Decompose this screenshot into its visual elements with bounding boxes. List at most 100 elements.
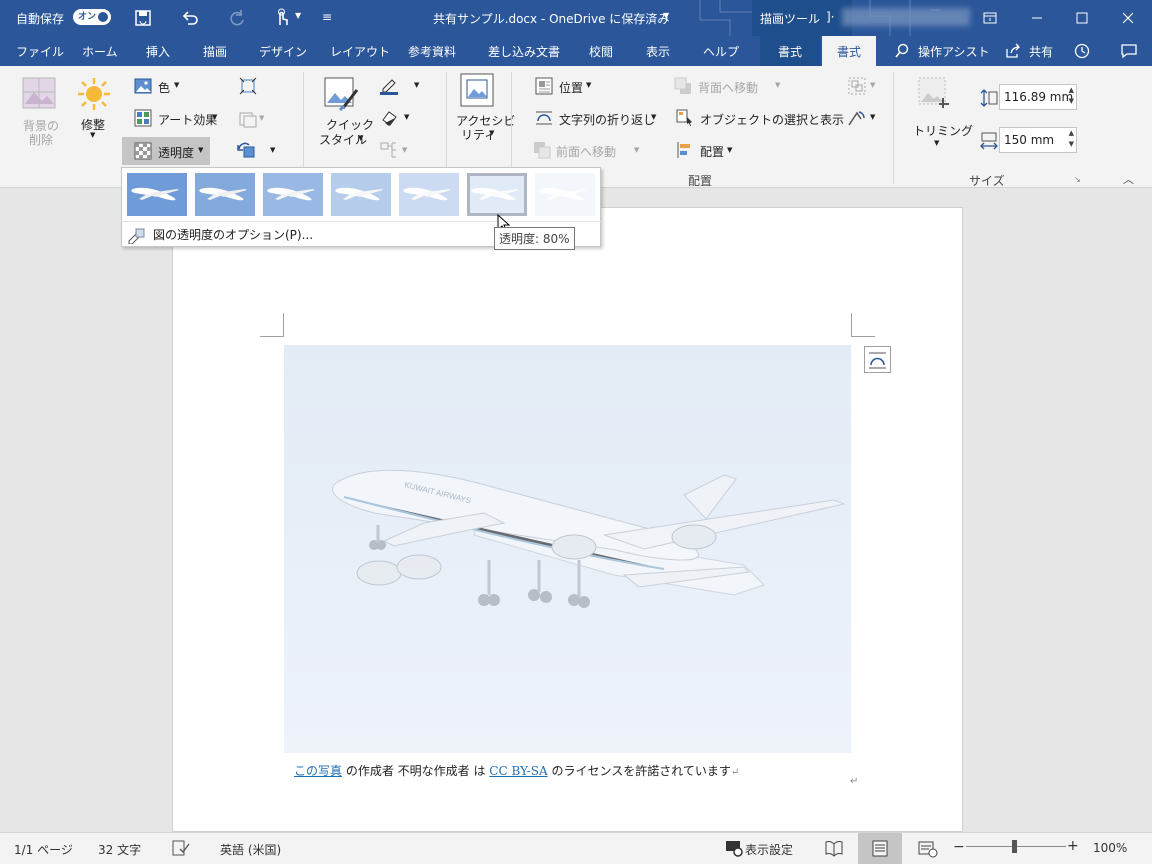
color-button[interactable]: 色 xyxy=(158,79,170,96)
transparency-options-item[interactable]: 図の透明度のオプション(P)... xyxy=(127,226,313,244)
transparency-option-5[interactable] xyxy=(467,173,527,216)
group-dropdown-icon[interactable]: ▼ xyxy=(870,81,875,89)
autosave-toggle[interactable]: オン xyxy=(73,9,111,25)
tab-review[interactable]: 校閲 xyxy=(589,43,613,60)
picture-border-icon[interactable] xyxy=(380,77,398,95)
height-spinner-icon[interactable]: ▲ ▼ xyxy=(1069,85,1074,107)
align-dropdown-icon[interactable]: ▼ xyxy=(727,146,732,154)
compress-pictures-icon[interactable] xyxy=(239,77,257,95)
transparency-option-6[interactable] xyxy=(535,173,595,216)
undo-icon[interactable] xyxy=(180,8,200,28)
share-button[interactable]: 共有 xyxy=(1029,43,1053,60)
tab-design[interactable]: デザイン xyxy=(259,43,307,60)
change-picture-icon[interactable] xyxy=(239,110,257,128)
minimize-icon[interactable] xyxy=(1027,8,1047,28)
page-count[interactable]: 1/1 ページ xyxy=(14,841,73,858)
picture-effects-icon[interactable] xyxy=(380,109,398,127)
read-mode-button[interactable] xyxy=(812,833,856,864)
accessibility-dropdown-icon[interactable]: ▼ xyxy=(489,129,494,137)
wrap-text-dropdown-icon[interactable]: ▼ xyxy=(651,113,656,121)
redo-icon[interactable] xyxy=(227,8,247,28)
tab-insert[interactable]: 挿入 xyxy=(146,43,170,60)
align-button[interactable]: 配置 xyxy=(700,143,724,160)
transparency-option-0[interactable] xyxy=(127,173,187,216)
tab-picture-format[interactable]: 書式 xyxy=(822,36,876,66)
save-icon[interactable] xyxy=(133,8,153,28)
border-dropdown-icon[interactable]: ▼ xyxy=(414,81,419,89)
reset-picture-icon[interactable] xyxy=(237,141,255,159)
tab-home[interactable]: ホーム xyxy=(82,43,118,60)
collapse-ribbon-icon[interactable]: ︿ xyxy=(1123,171,1134,187)
effects-dropdown-icon[interactable]: ▼ xyxy=(404,113,409,121)
artistic-dropdown-icon[interactable]: ▼ xyxy=(212,113,217,121)
width-spinner-icon[interactable]: ▲ ▼ xyxy=(1069,128,1074,150)
selection-pane-button[interactable]: オブジェクトの選択と表示 xyxy=(700,111,844,128)
quick-styles-dropdown-icon[interactable]: ▼ xyxy=(358,134,363,142)
tab-drawing-format[interactable]: 書式 xyxy=(760,36,820,66)
transparency-option-4[interactable] xyxy=(399,173,459,216)
transparency-option-1[interactable] xyxy=(195,173,255,216)
account-avatar[interactable] xyxy=(842,8,970,26)
transparency-dropdown-icon[interactable]: ▼ xyxy=(198,146,203,154)
tab-file[interactable]: ファイル xyxy=(16,43,64,60)
document-title[interactable]: 共有サンプル.docx - OneDrive に保存済み xyxy=(433,10,669,27)
tab-help[interactable]: ヘルプ xyxy=(703,43,739,60)
rotate-icon[interactable] xyxy=(848,109,866,127)
crop-dropdown-icon[interactable]: ▼ xyxy=(934,139,939,147)
photo-link[interactable]: この写真 xyxy=(294,764,342,778)
rotate-dropdown-icon[interactable]: ▼ xyxy=(870,113,875,121)
zoom-out-button[interactable]: − xyxy=(953,839,965,855)
layout-options-button[interactable] xyxy=(864,346,891,373)
comments-icon[interactable] xyxy=(1120,42,1138,60)
display-settings-button[interactable]: 表示設定 xyxy=(745,841,793,858)
proofing-icon[interactable] xyxy=(172,840,190,856)
zoom-level[interactable]: 100% xyxy=(1093,841,1127,855)
history-icon[interactable] xyxy=(1073,42,1091,60)
layout-dropdown-icon[interactable]: ▼ xyxy=(402,146,407,154)
send-backward-dropdown-icon[interactable]: ▼ xyxy=(775,81,780,89)
close-icon[interactable] xyxy=(1118,8,1138,28)
zoom-slider-thumb[interactable] xyxy=(1012,840,1017,853)
wrap-text-button[interactable]: 文字列の折り返し xyxy=(559,111,655,128)
position-dropdown-icon[interactable]: ▼ xyxy=(586,81,591,89)
group-objects-icon[interactable] xyxy=(848,77,866,95)
transparency-button[interactable]: 透明度 xyxy=(158,144,194,161)
bring-forward-dropdown-icon[interactable]: ▼ xyxy=(634,146,639,154)
position-button[interactable]: 位置 xyxy=(559,79,583,96)
ribbon-display-icon[interactable] xyxy=(980,8,1000,28)
size-dialog-launcher-icon[interactable]: ↘ xyxy=(1074,175,1081,184)
touch-dropdown-icon[interactable]: ▼ xyxy=(295,11,301,20)
transparency-option-3[interactable] xyxy=(331,173,391,216)
transparency-option-2[interactable] xyxy=(263,173,323,216)
tell-me-box[interactable]: 操作アシスト xyxy=(918,43,990,60)
word-count[interactable]: 32 文字 xyxy=(98,841,141,858)
search-icon[interactable] xyxy=(894,43,910,59)
corrections-dropdown-icon[interactable]: ▼ xyxy=(90,131,95,139)
change-picture-dropdown-icon[interactable]: ▼ xyxy=(259,114,264,122)
crop-button[interactable]: トリミング xyxy=(913,122,973,139)
color-dropdown-icon[interactable]: ▼ xyxy=(174,81,179,89)
tab-view[interactable]: 表示 xyxy=(646,43,670,60)
send-backward-button[interactable]: 背面へ移動 xyxy=(698,79,758,96)
touch-mode-icon[interactable] xyxy=(272,8,292,28)
artistic-effects-button[interactable]: アート効果 xyxy=(158,111,217,128)
share-icon[interactable] xyxy=(1005,43,1021,59)
customize-qat-icon[interactable]: ≡ xyxy=(322,10,332,24)
title-dropdown-icon[interactable]: ▼ xyxy=(663,11,669,20)
tab-layout[interactable]: レイアウト xyxy=(330,43,390,60)
airplane-photo[interactable]: KUWAIT AIRWAYS xyxy=(284,345,851,753)
width-field[interactable]: 150 mm ▲ ▼ xyxy=(999,127,1077,153)
tab-mailings[interactable]: 差し込み文書 xyxy=(488,43,560,60)
web-layout-button[interactable] xyxy=(905,833,949,864)
maximize-icon[interactable] xyxy=(1072,8,1092,28)
print-layout-button[interactable] xyxy=(858,833,902,864)
language-indicator[interactable]: 英語 (米国) xyxy=(220,841,281,858)
remove-background-label-2[interactable]: 削除 xyxy=(29,131,53,148)
license-link[interactable]: CC BY-SA xyxy=(489,764,547,778)
zoom-in-button[interactable]: + xyxy=(1067,838,1079,854)
reset-dropdown-icon[interactable]: ▼ xyxy=(270,146,275,154)
picture-layout-icon[interactable] xyxy=(380,141,398,159)
tab-references[interactable]: 参考資料 xyxy=(408,43,456,60)
height-field[interactable]: 116.89 mm ▲ ▼ xyxy=(999,84,1077,110)
tab-draw[interactable]: 描画 xyxy=(203,43,227,60)
